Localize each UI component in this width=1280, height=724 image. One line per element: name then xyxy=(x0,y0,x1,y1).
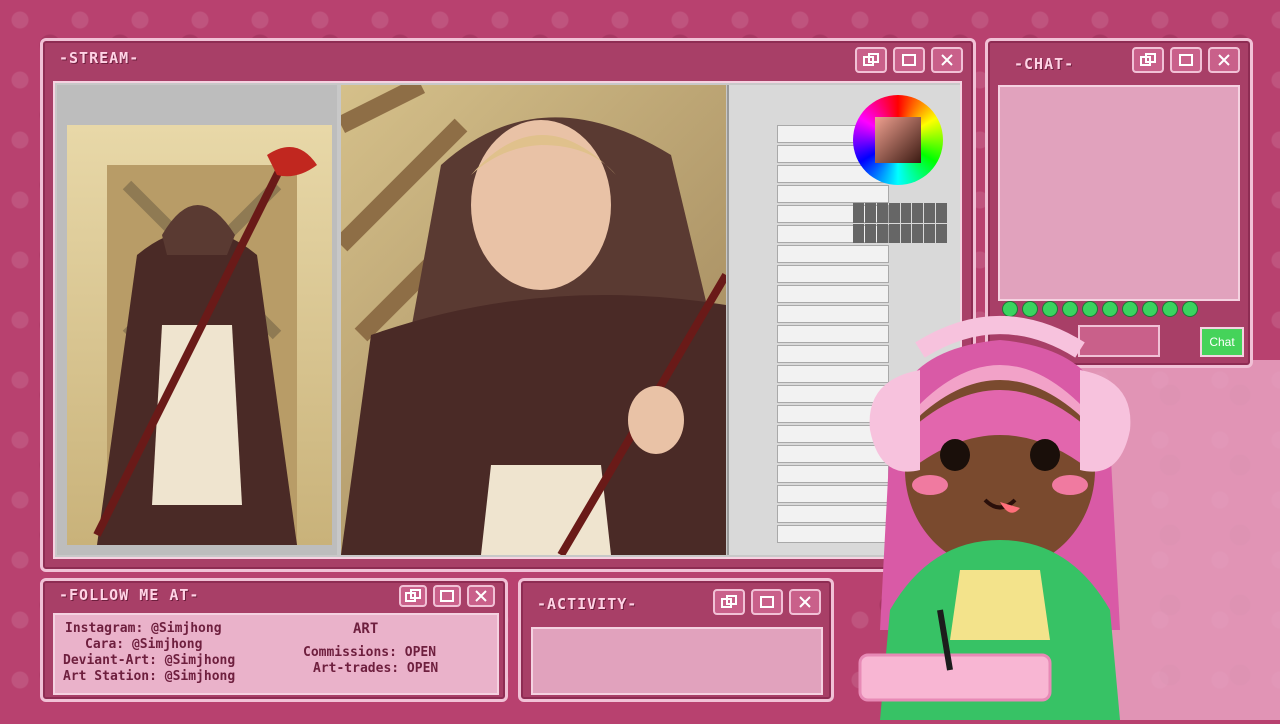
close-icon xyxy=(475,590,487,602)
full-illustration xyxy=(67,125,332,545)
social-deviantart: Deviant-Art: @Simjhong xyxy=(63,653,236,668)
restore-icon xyxy=(1140,53,1156,66)
canvas-full-view xyxy=(57,85,337,555)
social-artstation: Art Station: @Simjhong xyxy=(63,669,236,684)
emote-icon[interactable] xyxy=(1182,301,1198,317)
maximize-icon xyxy=(902,54,916,66)
follow-window-title: -FOLLOW ME AT- xyxy=(59,586,200,604)
maximize-button[interactable] xyxy=(1170,47,1202,73)
maximize-button[interactable] xyxy=(751,589,783,615)
layer-row[interactable] xyxy=(777,265,889,283)
follow-window-controls xyxy=(399,585,495,607)
restore-button[interactable] xyxy=(713,589,745,615)
restore-icon xyxy=(721,595,737,608)
follow-window: -FOLLOW ME AT- Instagram: @Simjhong Cara… xyxy=(40,578,508,702)
social-instagram: Instagram: @Simjhong xyxy=(65,621,222,636)
social-cara: Cara: @Simjhong xyxy=(85,637,203,652)
chat-send-button[interactable]: Chat xyxy=(1200,327,1244,357)
commissions-status: Commissions: OPEN xyxy=(303,645,437,660)
stream-window-controls xyxy=(855,47,963,73)
restore-icon xyxy=(405,589,421,602)
color-wheel[interactable] xyxy=(853,95,943,185)
follow-content: Instagram: @Simjhong Cara: @Simjhong Dev… xyxy=(53,613,499,695)
art-heading: ART xyxy=(353,621,379,637)
close-icon xyxy=(941,54,953,66)
stream-window-title: -STREAM- xyxy=(59,49,140,67)
chat-window-title: -CHAT- xyxy=(1014,55,1075,73)
color-swatches[interactable] xyxy=(853,203,947,243)
maximize-icon xyxy=(1179,54,1193,66)
activity-window: -ACTIVITY- xyxy=(518,578,834,702)
chat-feed xyxy=(998,85,1240,301)
close-icon xyxy=(1218,54,1230,66)
close-button[interactable] xyxy=(467,585,495,607)
activity-window-title: -ACTIVITY- xyxy=(537,595,638,613)
stream-window: -STREAM- xyxy=(40,38,976,572)
vtuber-avatar xyxy=(850,310,1150,720)
close-button[interactable] xyxy=(931,47,963,73)
maximize-button[interactable] xyxy=(433,585,461,607)
stream-screen xyxy=(53,81,962,559)
layer-row[interactable] xyxy=(777,245,889,263)
layer-row[interactable] xyxy=(777,285,889,303)
art-trades-status: Art-trades: OPEN xyxy=(313,661,439,676)
maximize-button[interactable] xyxy=(893,47,925,73)
canvas-zoomed-view xyxy=(334,83,730,557)
chat-window-controls xyxy=(1132,47,1240,73)
restore-icon xyxy=(863,53,879,66)
restore-button[interactable] xyxy=(855,47,887,73)
activity-feed xyxy=(531,627,823,695)
close-icon xyxy=(799,596,811,608)
color-picker-square[interactable] xyxy=(875,117,921,163)
restore-button[interactable] xyxy=(399,585,427,607)
activity-window-controls xyxy=(713,589,821,615)
maximize-icon xyxy=(760,596,774,608)
close-button[interactable] xyxy=(1208,47,1240,73)
emote-icon[interactable] xyxy=(1162,301,1178,317)
close-button[interactable] xyxy=(789,589,821,615)
layer-row[interactable] xyxy=(777,185,889,203)
maximize-icon xyxy=(440,590,454,602)
restore-button[interactable] xyxy=(1132,47,1164,73)
